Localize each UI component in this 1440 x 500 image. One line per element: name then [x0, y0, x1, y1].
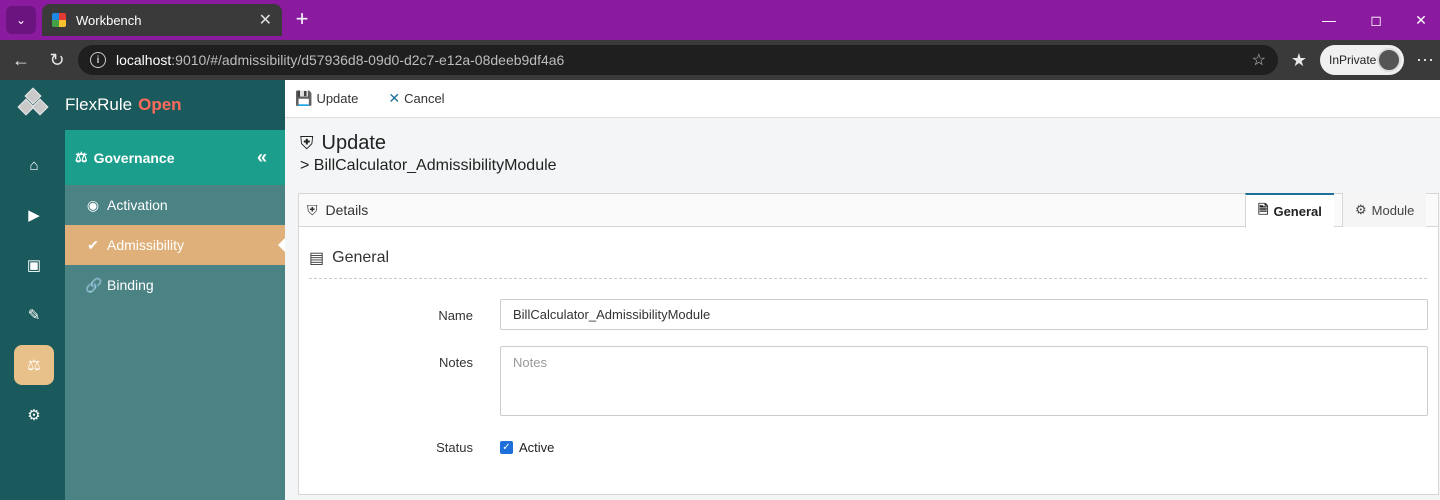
section-divider [309, 278, 1427, 279]
maximize-button[interactable]: ◻ [1353, 0, 1399, 40]
collapse-icon[interactable]: « [257, 147, 267, 168]
tab-title: Workbench [76, 12, 142, 28]
close-tab-icon[interactable]: ✕ [259, 10, 272, 30]
rail-run[interactable]: ▶ [14, 195, 54, 235]
back-button[interactable]: ← [8, 48, 34, 72]
more-menu-button[interactable]: ⋯ [1412, 48, 1438, 72]
rail-archive[interactable]: ▣ [14, 245, 54, 285]
browser-tab-bar: ⌄ Workbench ✕ + — ◻ ✕ [0, 0, 1440, 40]
subnav-item-activation[interactable]: ◉ Activation [65, 185, 285, 225]
notes-placeholder: Notes [513, 355, 547, 370]
toolbar: 💾 Update ✕ Cancel [285, 80, 1440, 118]
url-path: :9010/#/admissibility/d57936d8-09d0-d2c7… [171, 52, 565, 68]
subnav-item-binding[interactable]: 🔗 Binding [65, 265, 285, 305]
more-icon: ⋯ [1416, 50, 1434, 70]
close-icon: ✕ [1415, 11, 1427, 28]
status-label: Status [436, 440, 473, 455]
gear-icon: ⚙ [27, 407, 41, 424]
play-icon: ▶ [28, 207, 40, 224]
inprivate-button[interactable]: InPrivate [1320, 45, 1404, 75]
list-alt-icon: ▤ [309, 250, 325, 267]
inprivate-label: InPrivate [1329, 53, 1377, 67]
check-icon: ✓ [502, 442, 511, 453]
cancel-label: Cancel [404, 91, 445, 106]
minimize-button[interactable]: — [1306, 0, 1352, 40]
rail-governance[interactable]: ⚖ [14, 345, 54, 385]
url-host: localhost [116, 52, 172, 68]
subnav-header: ⚖ Governance « [65, 130, 285, 185]
name-field[interactable]: BillCalculator_AdmissibilityModule [500, 299, 1428, 330]
icon-rail [0, 80, 65, 500]
section-title-text: General [332, 249, 390, 266]
panel-title: Details [325, 202, 369, 218]
link-icon: 🔗 [85, 276, 103, 293]
subnav-title: Governance [93, 149, 175, 166]
tab-general[interactable]: 🗎 General [1245, 193, 1334, 228]
save-icon: 💾 [295, 90, 313, 106]
favorites-button[interactable]: ★ [1286, 48, 1312, 72]
minimize-icon: — [1322, 12, 1336, 28]
new-tab-button[interactable]: + [290, 8, 314, 32]
url-field[interactable]: i localhost:9010/#/admissibility/d57936d… [78, 45, 1278, 75]
close-icon: ✕ [388, 90, 401, 106]
tab-module[interactable]: ⚙ Module [1342, 193, 1427, 227]
favicon-icon [52, 13, 66, 27]
site-info-icon[interactable]: i [90, 52, 106, 68]
toggle-icon: ◉ [86, 196, 100, 213]
page-title: Update [321, 132, 387, 154]
rail-edit[interactable]: ✎ [14, 295, 54, 335]
home-icon: ⌂ [29, 156, 39, 174]
gear-icon: ⚙ [1355, 202, 1367, 217]
subnav-item-admissibility[interactable]: ✔ Admissibility [65, 225, 285, 265]
pencil-icon: ✎ [27, 307, 41, 324]
tab-label: General [1273, 204, 1322, 219]
subnav-item-label: Admissibility [107, 237, 185, 253]
notes-label: Notes [439, 355, 473, 370]
shield-icon: ⛨ [300, 133, 314, 153]
update-label: Update [316, 91, 359, 106]
balance-scale-icon: ⚖ [75, 149, 88, 165]
chevron-down-icon: ⌄ [15, 13, 27, 27]
name-value: BillCalculator_AdmissibilityModule [513, 307, 711, 322]
star-icon[interactable]: ☆ [1252, 50, 1266, 70]
cubes-logo-icon [17, 87, 49, 120]
close-window-button[interactable]: ✕ [1398, 0, 1440, 40]
reload-button[interactable]: ↻ [44, 48, 70, 72]
subnav-item-label: Binding [107, 277, 154, 293]
check-circle-icon: ✔ [87, 236, 99, 253]
section-title: ▤ General [309, 248, 389, 268]
notes-field[interactable]: Notes [500, 346, 1428, 416]
brand[interactable]: FlexRule Open [0, 80, 285, 130]
rail-settings[interactable]: ⚙ [14, 395, 54, 435]
brand-suffix: Open [138, 95, 182, 114]
reload-icon: ↻ [49, 50, 65, 70]
rail-home[interactable]: ⌂ [14, 145, 54, 185]
browser-address-bar: ← ↻ i localhost:9010/#/admissibility/d57… [0, 40, 1440, 80]
active-checkbox-label[interactable]: Active [519, 440, 554, 455]
name-label: Name [438, 308, 473, 323]
maximize-icon: ◻ [1370, 11, 1382, 28]
page-subtitle: > BillCalculator_AdmissibilityModule [300, 157, 557, 174]
browser-tab[interactable]: Workbench ✕ [42, 4, 282, 36]
update-button[interactable]: 💾 Update [295, 90, 358, 107]
brand-name: FlexRule [65, 95, 133, 114]
file-icon: 🗎 [1258, 201, 1269, 217]
subnav-item-label: Activation [107, 197, 168, 213]
plus-icon: + [295, 6, 309, 31]
arrow-left-icon: ← [12, 50, 30, 70]
active-checkbox[interactable]: ✓ [500, 441, 513, 454]
tab-actions-menu-button[interactable]: ⌄ [6, 6, 36, 34]
tab-label: Module [1371, 202, 1415, 218]
favorites-icon: ★ [1290, 50, 1308, 70]
archive-icon: ▣ [26, 257, 42, 274]
balance-scale-icon: ⚖ [27, 357, 41, 374]
cancel-button[interactable]: ✕ Cancel [388, 90, 444, 107]
shield-icon: ⛨ [307, 201, 318, 218]
avatar [1377, 48, 1401, 72]
page-heading: ⛨ Update > BillCalculator_AdmissibilityM… [300, 132, 557, 175]
